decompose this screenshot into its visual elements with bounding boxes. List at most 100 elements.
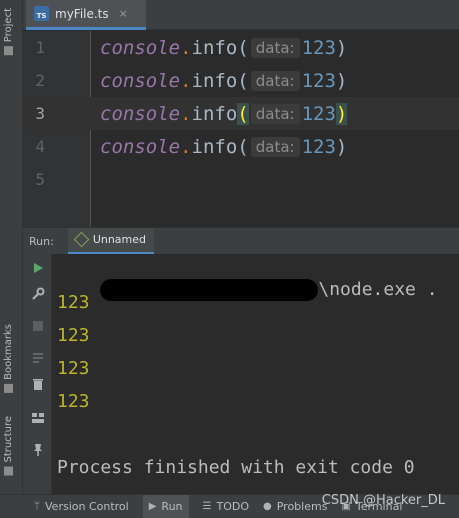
line-number: 1 <box>35 38 45 57</box>
code-editor[interactable]: 1 console. info(data: 123) 2 console. info(… <box>23 31 459 227</box>
run-tool-button[interactable]: ▶ Run <box>142 494 189 518</box>
console-output-line: 123 <box>57 391 90 412</box>
branch-icon: ᛘ <box>34 501 40 512</box>
soft-wrap-button[interactable] <box>30 350 45 365</box>
tab-label: myFile.ts <box>55 6 109 21</box>
code-line[interactable]: 2 console. info(data: 123) <box>23 64 459 97</box>
console-command-line: \node.exe . <box>57 258 438 322</box>
typescript-file-icon: TS <box>34 6 49 21</box>
code-text: console. info(data: 123) <box>100 102 348 125</box>
folder-icon <box>4 46 13 56</box>
method-name: info <box>191 135 238 158</box>
parameter-hint: data: <box>250 103 300 124</box>
number-literal: 123 <box>301 102 336 125</box>
problems-label: Problems <box>276 500 328 513</box>
number-literal: 123 <box>301 135 336 158</box>
number-literal: 123 <box>301 36 336 59</box>
line-number: 2 <box>35 71 45 90</box>
dot-operator: . <box>180 102 192 125</box>
close-icon[interactable]: × <box>119 7 128 20</box>
run-toolbar <box>23 254 52 494</box>
method-name: info <box>191 69 238 92</box>
version-control-button[interactable]: ᛘ Version Control <box>34 500 129 513</box>
code-line-current[interactable]: 3 console. info(data: 123) <box>23 97 459 130</box>
code-text: console. info(data: 123) <box>100 37 347 59</box>
redacted-path <box>100 279 319 301</box>
parameter-hint: data: <box>250 70 300 91</box>
bookmarks-label: Bookmarks <box>3 324 14 380</box>
command-text: \node.exe . <box>318 279 438 300</box>
run-config-label: Unnamed <box>92 233 147 246</box>
close-paren: ) <box>335 36 348 59</box>
dot-operator: . <box>180 36 192 59</box>
bookmarks-tool-button[interactable]: Bookmarks <box>3 324 14 393</box>
console-output-line: 123 <box>57 358 90 379</box>
run-panel-header: Run: Unnamed <box>23 227 459 255</box>
sort-icon <box>32 352 43 363</box>
open-paren: ( <box>237 69 249 92</box>
code-text: console. info(data: 123) <box>100 70 347 92</box>
line-number: 5 <box>35 170 45 189</box>
process-finished-message: Process finished with exit code 0 <box>57 457 415 478</box>
identifier-console: console <box>100 135 181 158</box>
dot-operator: . <box>180 135 192 158</box>
todo-label: TODO <box>216 500 249 513</box>
open-paren-matched: ( <box>237 102 249 125</box>
version-control-label: Version Control <box>45 500 129 513</box>
watermark: CSDN @Hacker_DL <box>321 493 445 508</box>
console-output-line: 123 <box>57 292 90 313</box>
console-output-line: 123 <box>57 325 90 346</box>
info-icon: ● <box>263 501 272 512</box>
run-label: Run <box>161 500 183 513</box>
identifier-console: console <box>100 102 181 125</box>
code-line[interactable]: 1 console. info(data: 123) <box>23 31 459 64</box>
layout-icon <box>31 412 44 423</box>
modify-config-button[interactable] <box>30 286 45 301</box>
structure-icon <box>4 466 13 476</box>
method-name: info <box>191 36 238 59</box>
line-number: 4 <box>35 137 45 156</box>
tab-myfile-ts[interactable]: TS myFile.ts × <box>26 0 146 30</box>
bookmark-icon <box>4 383 13 393</box>
parameter-hint: data: <box>250 136 300 157</box>
project-label: Project <box>3 8 14 43</box>
console-output[interactable]: \node.exe . 123 123 123 123 Process fini… <box>52 254 459 494</box>
parameter-hint: data: <box>250 37 300 58</box>
code-line[interactable]: 4 console. info(data: 123) <box>23 130 459 163</box>
run-panel-label: Run: <box>29 234 54 248</box>
problems-button[interactable]: ● Problems <box>263 500 327 513</box>
play-icon <box>33 262 43 273</box>
open-paren: ( <box>237 135 249 158</box>
play-icon: ▶ <box>148 501 157 512</box>
run-config-tab[interactable]: Unnamed <box>67 227 155 255</box>
editor-tab-bar: TS myFile.ts × <box>23 0 459 30</box>
todo-button[interactable]: ☰ TODO <box>203 500 249 513</box>
pin-icon <box>33 443 42 456</box>
close-paren-matched: ) <box>335 102 348 125</box>
structure-label: Structure <box>3 416 14 463</box>
stop-icon <box>32 320 43 331</box>
number-literal: 123 <box>301 69 336 92</box>
stop-button[interactable] <box>30 318 45 333</box>
code-line[interactable]: 5 <box>23 163 459 196</box>
pin-tab-button[interactable] <box>30 442 45 457</box>
rerun-button[interactable] <box>30 260 45 275</box>
list-icon: ☰ <box>202 501 212 512</box>
close-paren: ) <box>335 69 348 92</box>
structure-tool-button[interactable]: Structure <box>3 416 14 476</box>
trash-icon <box>32 378 43 390</box>
dot-operator: . <box>180 69 192 92</box>
code-text: console. info(data: 123) <box>100 136 347 158</box>
close-paren: ) <box>335 135 348 158</box>
nodejs-icon <box>73 231 90 248</box>
wrench-icon <box>31 287 44 300</box>
line-number: 3 <box>35 104 45 123</box>
identifier-console: console <box>100 69 181 92</box>
open-paren: ( <box>237 36 249 59</box>
left-tool-strip: Project Bookmarks Structure <box>0 0 23 494</box>
method-name: info <box>191 102 238 125</box>
layout-button[interactable] <box>30 410 45 425</box>
project-tool-button[interactable]: Project <box>3 8 14 56</box>
clear-console-button[interactable] <box>30 376 45 391</box>
identifier-console: console <box>100 36 181 59</box>
